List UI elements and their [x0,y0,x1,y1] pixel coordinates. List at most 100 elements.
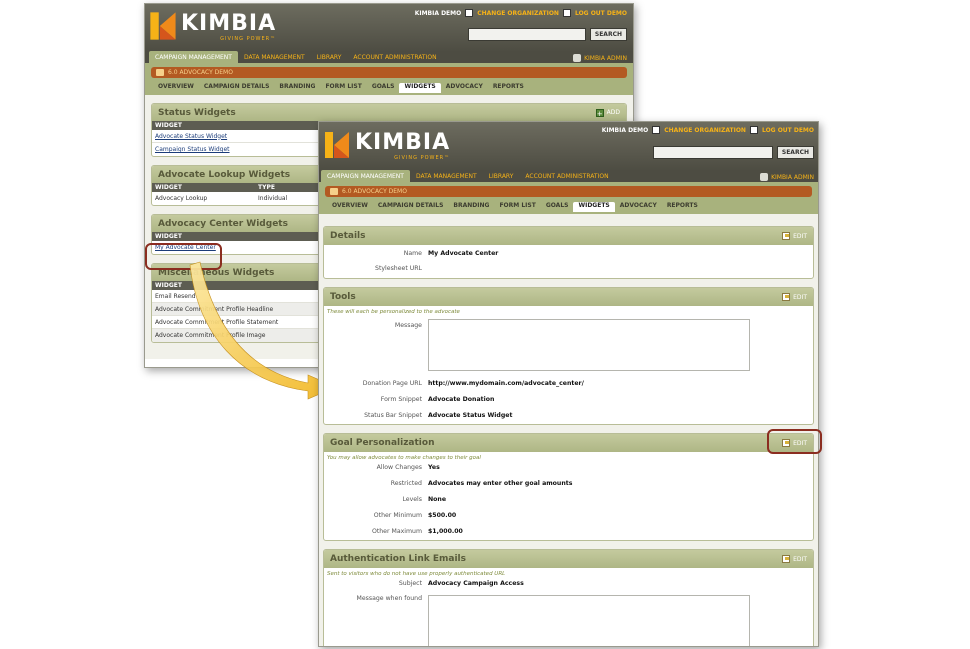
nav-library[interactable]: LIBRARY [483,170,520,182]
tab-advocacy[interactable]: ADVOCACY [615,202,662,209]
other-maximum-label: Other Maximum [371,528,422,535]
other-maximum-field: Other Maximum $1,000.00 [324,528,813,535]
edit-label: EDIT [793,555,807,563]
widget-link[interactable]: Campaign Status Widget [155,146,230,153]
change-organization-link[interactable]: CHANGE ORGANIZATION [664,127,746,134]
nav-campaign-management[interactable]: CAMPAIGN MANAGEMENT [149,51,238,63]
app-header: KIMBIA GIVING POWER™ KIMBIA DEMO CHANGE … [145,4,633,52]
account-name: KIMBIA DEMO [601,126,649,134]
tools-title-bar: Tools EDIT [324,288,813,306]
panel-title: Advocate Lookup Widgets [158,169,291,180]
message-when-found-field: Message when found [324,595,813,646]
nav-account-administration[interactable]: ACCOUNT ADMINISTRATION [347,51,442,63]
search-button[interactable]: SEARCH [776,146,814,159]
tab-overview[interactable]: OVERVIEW [153,83,199,90]
restricted-label: Restricted [390,480,422,487]
tab-goals[interactable]: GOALS [541,202,574,209]
campaign-name-label: 6.0 ADVOCACY DEMO [342,188,407,195]
search-input[interactable] [652,146,773,159]
logout-link[interactable]: LOG OUT DEMO [575,10,627,17]
widget-name: Advocate Commitment Profile Image [155,332,266,339]
restricted-value: Advocates may enter other goal amounts [428,480,573,487]
widget-name: Email Resend [155,292,196,300]
change-organization-link[interactable]: CHANGE ORGANIZATION [477,10,559,17]
tab-advocacy[interactable]: ADVOCACY [441,83,488,90]
allow-changes-value: Yes [428,464,440,471]
levels-value: None [428,496,447,503]
tab-campaign-details[interactable]: CAMPAIGN DETAILS [373,202,449,209]
other-minimum-field: Other Minimum $500.00 [324,512,813,519]
other-minimum-label: Other Minimum [373,512,422,519]
nav-data-management[interactable]: DATA MANAGEMENT [410,170,483,182]
status-widgets-title-bar: Status Widgets + ADD [152,104,626,121]
tab-form-list[interactable]: FORM LIST [494,202,540,209]
edit-details-button[interactable]: EDIT [782,232,807,240]
add-label: ADD [606,109,620,116]
other-maximum-value: $1,000.00 [428,528,463,535]
admin-label: KIMBIA ADMIN [584,54,627,62]
tools-hint: These will each be personalized to the a… [327,309,460,315]
admin-link[interactable]: KIMBIA ADMIN [760,173,814,181]
message-textarea[interactable] [428,319,750,371]
lock-icon [562,9,571,17]
allow-changes-field: Allow Changes Yes [324,464,813,471]
stylesheet-field: Stylesheet URL [324,265,813,272]
campaign-name[interactable]: 6.0 ADVOCACY DEMO [325,186,812,197]
kimbia-logo-mark [325,132,351,158]
add-button[interactable]: + ADD [595,108,620,118]
logout-link[interactable]: LOG OUT DEMO [762,127,814,134]
form-snippet-label: Form Snippet [380,396,422,403]
tab-overview[interactable]: OVERVIEW [327,202,373,209]
name-field: Name My Advocate Center [324,250,813,257]
nav-library[interactable]: LIBRARY [311,51,348,63]
main-nav: CAMPAIGN MANAGEMENT DATA MANAGEMENT LIBR… [149,51,443,63]
lock-icon [749,126,758,134]
search-button[interactable]: SEARCH [589,28,627,41]
status-bar-field: Status Bar Snippet Advocate Status Widge… [324,412,813,419]
tab-form-list[interactable]: FORM LIST [320,83,366,90]
panel-title: Goal Personalization [330,438,435,448]
main-nav: CAMPAIGN MANAGEMENT DATA MANAGEMENT LIBR… [321,170,615,182]
campaign-name[interactable]: 6.0 ADVOCACY DEMO [151,67,627,78]
edit-tools-button[interactable]: EDIT [782,293,807,301]
nav-campaign-management[interactable]: CAMPAIGN MANAGEMENT [321,170,410,182]
widget-name: Advocate Commitment Profile Headline [155,305,274,313]
message-when-found-textarea[interactable] [428,595,750,646]
tab-reports[interactable]: REPORTS [662,202,703,209]
panel-title: Status Widgets [158,107,236,118]
widget-link[interactable]: Advocate Status Widget [155,133,227,140]
tab-branding[interactable]: BRANDING [274,83,320,90]
admin-icon [573,54,582,62]
tab-branding[interactable]: BRANDING [448,202,494,209]
auth-hint: Sent to visitors who do not have use pro… [327,571,506,577]
levels-label: Levels [402,496,422,503]
tab-widgets[interactable]: WIDGETS [573,202,615,212]
panel-title: Tools [330,292,356,302]
col-widget: WIDGET [155,282,182,289]
edit-auth-button[interactable]: EDIT [782,555,807,563]
tab-reports[interactable]: REPORTS [488,83,529,90]
tab-goals[interactable]: GOALS [367,83,400,90]
nav-account-administration[interactable]: ACCOUNT ADMINISTRATION [519,170,614,182]
add-icon: + [595,108,604,118]
tab-widgets[interactable]: WIDGETS [399,83,441,93]
nav-data-management[interactable]: DATA MANAGEMENT [238,51,311,63]
admin-link[interactable]: KIMBIA ADMIN [573,54,627,62]
tab-campaign-details[interactable]: CAMPAIGN DETAILS [199,83,275,90]
donation-url-field: Donation Page URL http://www.mydomain.co… [324,380,813,387]
details-panel: Details EDIT Name My Advocate Center Sty… [323,226,814,279]
col-widget: WIDGET [155,122,182,129]
panel-title: Advocacy Center Widgets [158,218,288,229]
logo-tagline: GIVING POWER™ [394,155,451,161]
kimbia-logo[interactable]: KIMBIA GIVING POWER™ [150,12,276,42]
edit-icon [782,293,791,301]
other-minimum-value: $500.00 [428,512,457,519]
search-input[interactable] [467,28,586,41]
kimbia-logo[interactable]: KIMBIA GIVING POWER™ [325,132,450,161]
composite-screenshot: KIMBIA GIVING POWER™ KIMBIA DEMO CHANGE … [0,0,970,649]
logo-word: KIMBIA [355,130,451,155]
levels-field: Levels None [324,496,813,503]
account-name: KIMBIA DEMO [414,9,462,17]
donation-url-label: Donation Page URL [362,380,422,387]
campaign-name-label: 6.0 ADVOCACY DEMO [168,69,233,76]
